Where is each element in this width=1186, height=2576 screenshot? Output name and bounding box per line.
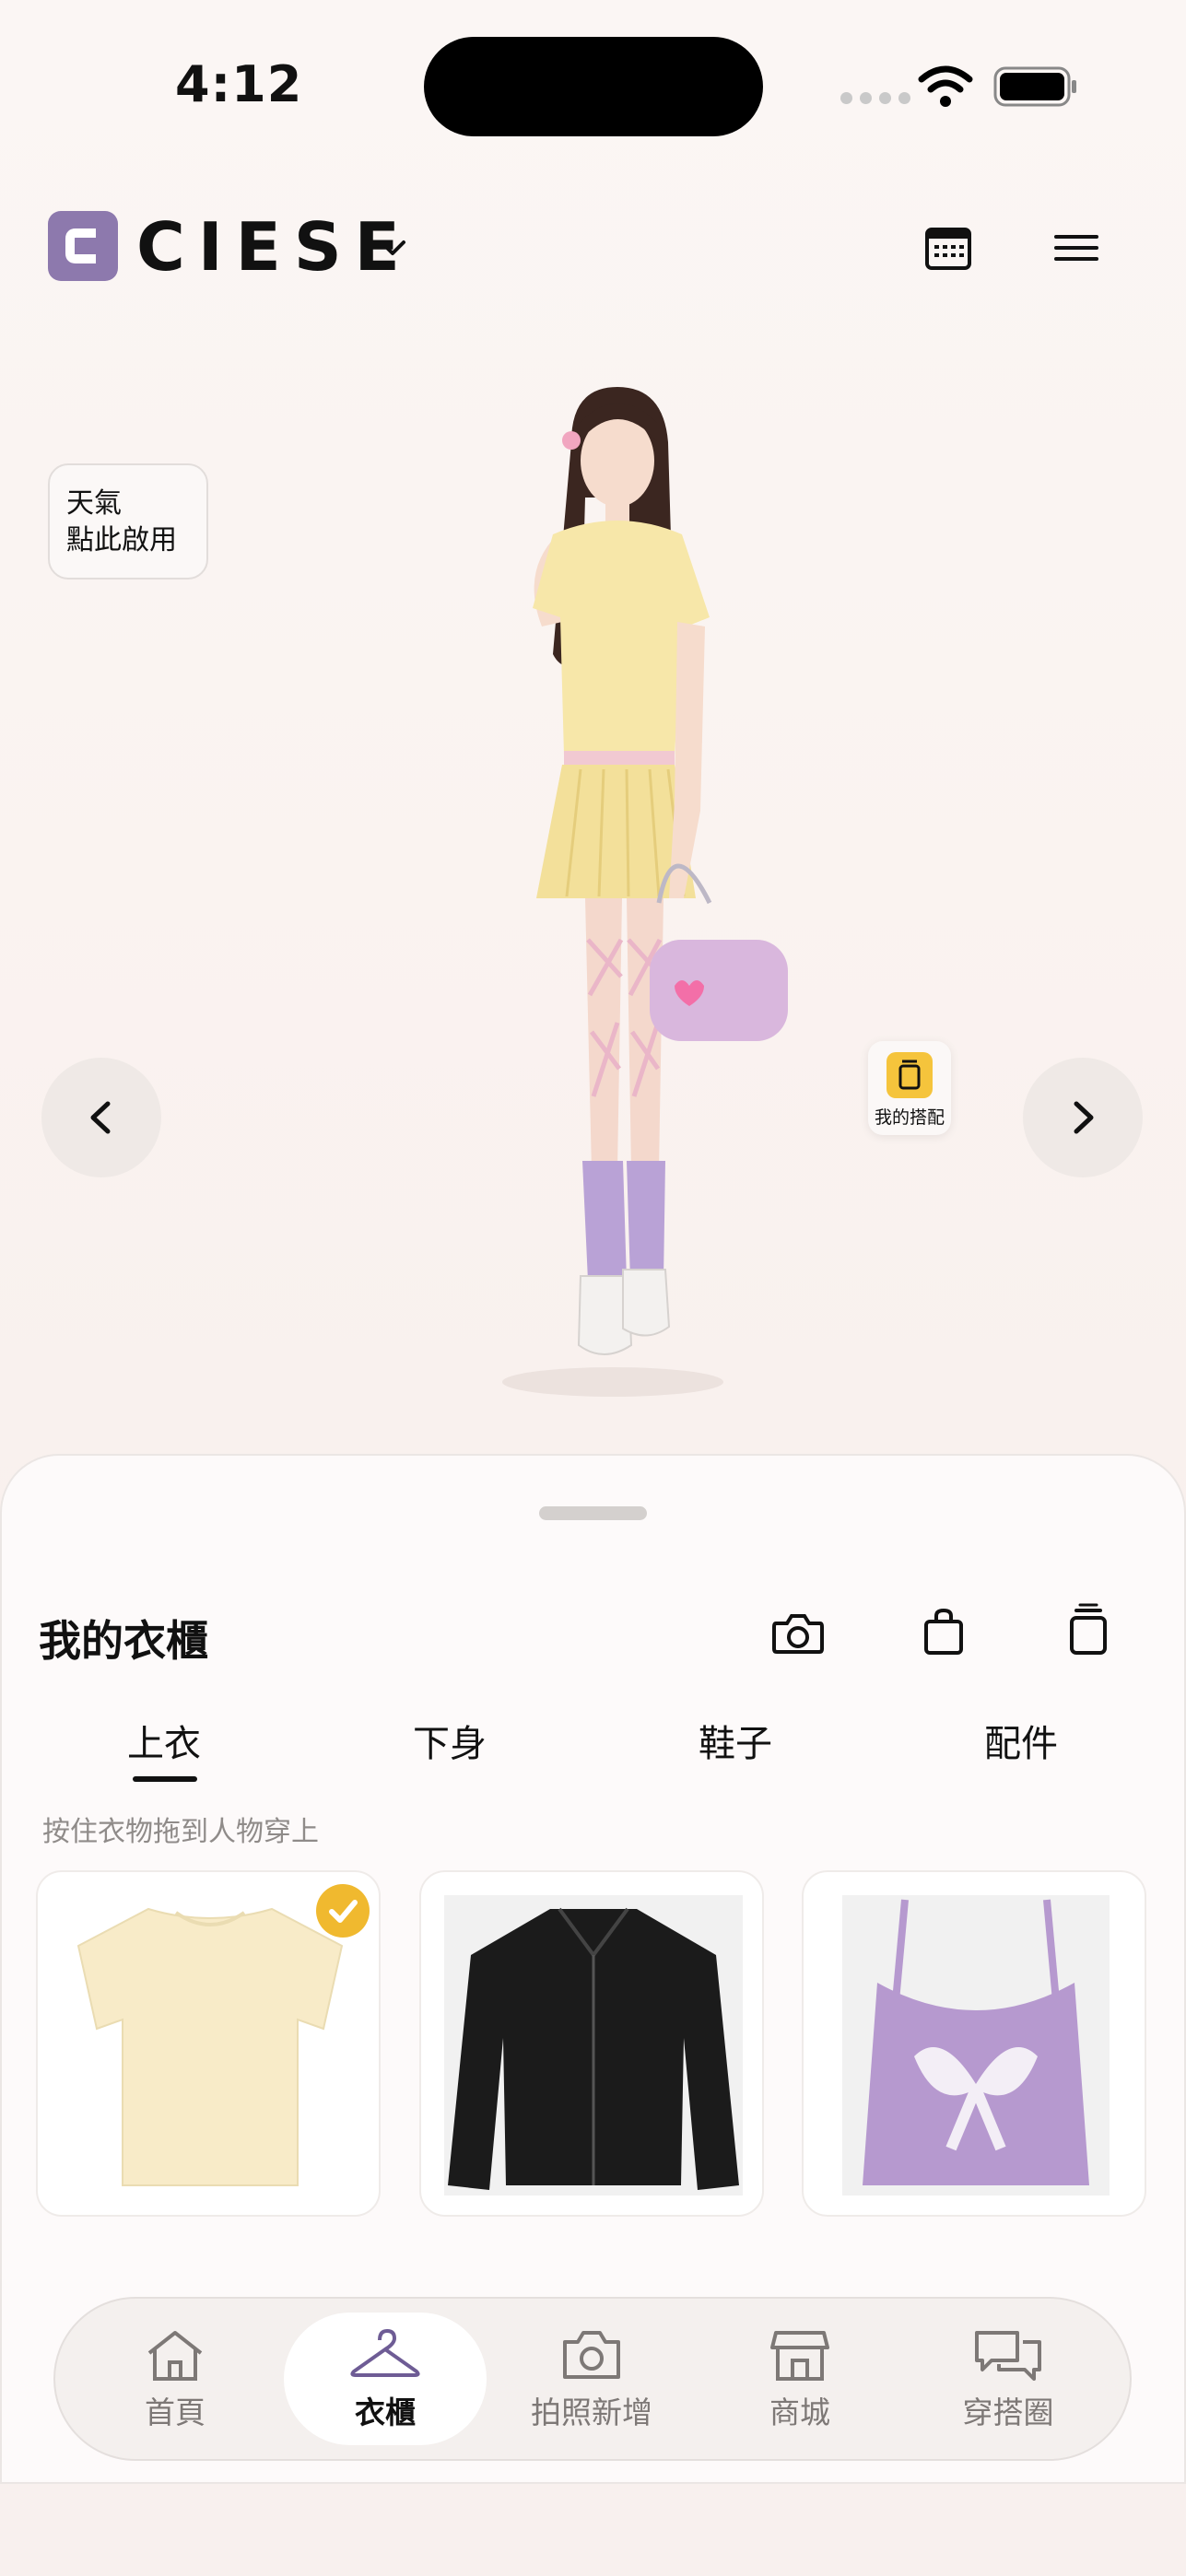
tab-bottoms[interactable]: 下身 [358,1714,542,1767]
my-outfits-button[interactable]: 我的搭配 [868,1041,951,1135]
menu-icon[interactable] [1052,232,1100,263]
shopping-bag-icon[interactable] [922,1607,966,1657]
tabbar-home[interactable]: 首頁 [74,2313,276,2445]
chevron-right-icon [1074,1101,1094,1134]
tabbar-label: 拍照新增 [531,2395,652,2430]
dynamic-island [424,37,763,136]
weather-title: 天氣 [66,487,122,520]
black-jacket-image [444,1895,743,2195]
tabbar-label: 首頁 [145,2395,205,2430]
drag-hint: 按住衣物拖到人物穿上 [42,1816,319,1848]
camera-icon [563,2331,620,2379]
outfit-stack-icon[interactable] [1067,1603,1110,1657]
cellular-signal-icon [840,92,910,104]
tabbar-label: 衣櫃 [355,2395,416,2430]
tabbar-label: 商城 [769,2395,830,2430]
status-time: 4:12 [175,55,303,113]
selected-check-icon [316,1884,370,1938]
chat-bubbles-icon [975,2331,1041,2381]
camera-icon[interactable] [770,1610,826,1657]
calendar-icon[interactable] [924,225,972,271]
brand-name[interactable]: CIESE [136,208,413,286]
store-icon [770,2331,829,2381]
tabbar-add-photo[interactable]: 拍照新增 [490,2313,693,2445]
chevron-left-icon [90,1101,111,1134]
sheet-drag-handle[interactable] [539,1506,647,1520]
brand-logo-mark [48,211,118,281]
chevron-down-icon[interactable] [378,238,407,258]
home-icon [147,2331,203,2381]
home-indicator-area [0,2484,1186,2576]
battery-icon [993,66,1076,107]
tabbar-store[interactable]: 商城 [699,2313,901,2445]
tabbar-community[interactable]: 穿搭圈 [907,2313,1110,2445]
outfit-stack-icon [887,1052,933,1098]
previous-outfit-button[interactable] [41,1058,161,1177]
model-avatar[interactable] [433,387,802,1410]
my-outfits-label: 我的搭配 [874,1107,945,1128]
tab-accessories[interactable]: 配件 [929,1714,1113,1767]
wifi-icon [918,65,973,107]
purple-bow-camisole-image [842,1895,1110,2195]
tabbar-wardrobe[interactable]: 衣櫃 [284,2313,487,2445]
tabbar-label: 穿搭圈 [962,2395,1054,2430]
next-outfit-button[interactable] [1023,1058,1143,1177]
active-tab-indicator [133,1776,197,1782]
hanger-icon [350,2329,420,2377]
wardrobe-item-card[interactable] [802,1870,1146,2217]
weather-action: 點此啟用 [66,524,177,556]
weather-enable-chip[interactable]: 天氣 點此啟用 [48,463,208,580]
tab-shoes[interactable]: 鞋子 [643,1714,828,1767]
wardrobe-item-card[interactable] [419,1870,764,2217]
wardrobe-title: 我的衣櫃 [39,1616,208,1666]
tab-tops[interactable]: 上衣 [72,1714,256,1767]
